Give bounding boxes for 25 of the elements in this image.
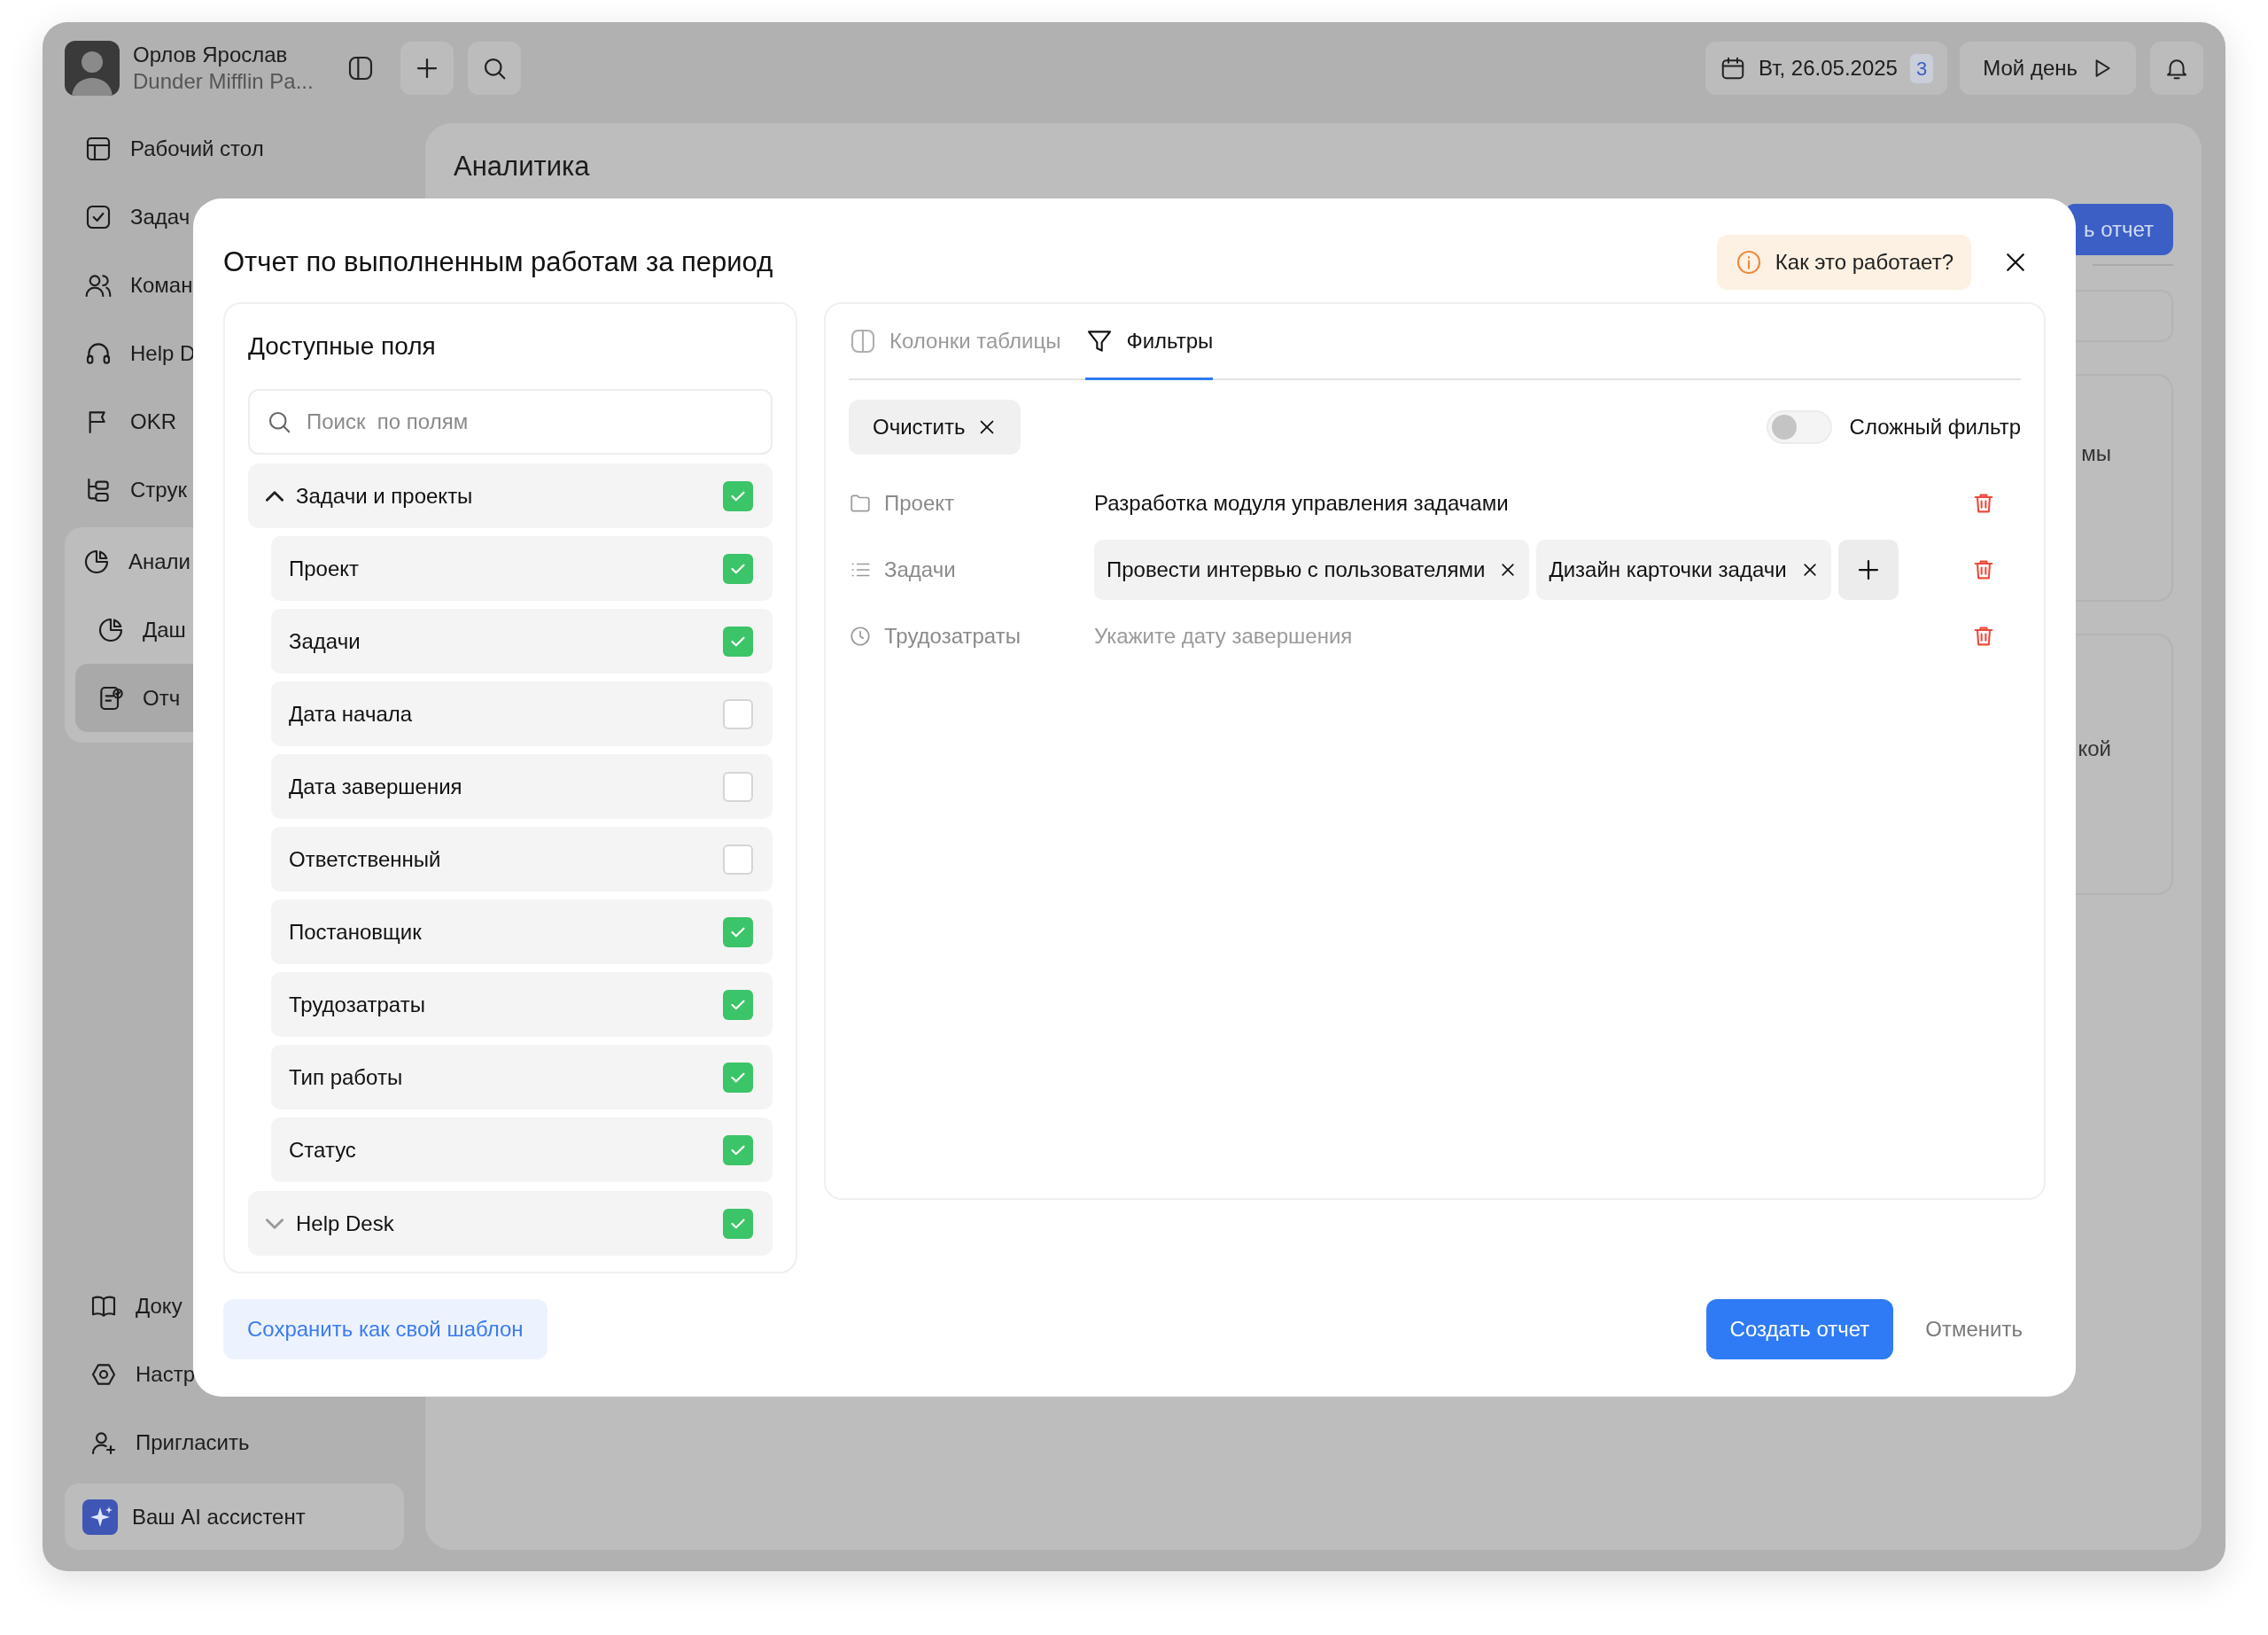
field-label: Задачи bbox=[289, 627, 361, 655]
date-text: Вт, 26.05.2025 bbox=[1758, 55, 1898, 82]
field-label: Постановщик bbox=[289, 918, 423, 946]
field-label: Статус bbox=[289, 1136, 357, 1164]
field-label: Дата завершения bbox=[289, 773, 463, 800]
filter-label: Задачи bbox=[884, 556, 956, 583]
field-label: Дата начала bbox=[289, 700, 414, 728]
organization-name: Dunder Mifflin Pa... bbox=[133, 68, 314, 95]
count-badge: 3 bbox=[1909, 53, 1934, 83]
user-name: Орлов Ярослав bbox=[133, 42, 289, 68]
group-label: Help Desk bbox=[296, 1210, 395, 1237]
field-label: Тип работы bbox=[289, 1063, 404, 1091]
filter-label: Проект bbox=[884, 489, 955, 517]
field-label: Проект bbox=[289, 555, 361, 582]
dialog-title: Отчет по выполненным работам за период bbox=[223, 245, 774, 279]
panel-title: Доступные поля bbox=[248, 331, 437, 362]
toggle-label: Сложный фильтр bbox=[1849, 414, 2021, 440]
filter-value: Разработка модуля управления задачами bbox=[1094, 489, 1509, 517]
filter-label: Трудозатраты bbox=[884, 622, 1021, 650]
field-label: Трудозатраты bbox=[289, 991, 426, 1018]
card-text: мы bbox=[2081, 440, 2111, 466]
field-label: Ответственный bbox=[289, 845, 442, 873]
group-label: Задачи и проекты bbox=[296, 482, 474, 510]
page-title: Аналитика bbox=[454, 150, 591, 183]
card-text: кой bbox=[2078, 736, 2111, 761]
